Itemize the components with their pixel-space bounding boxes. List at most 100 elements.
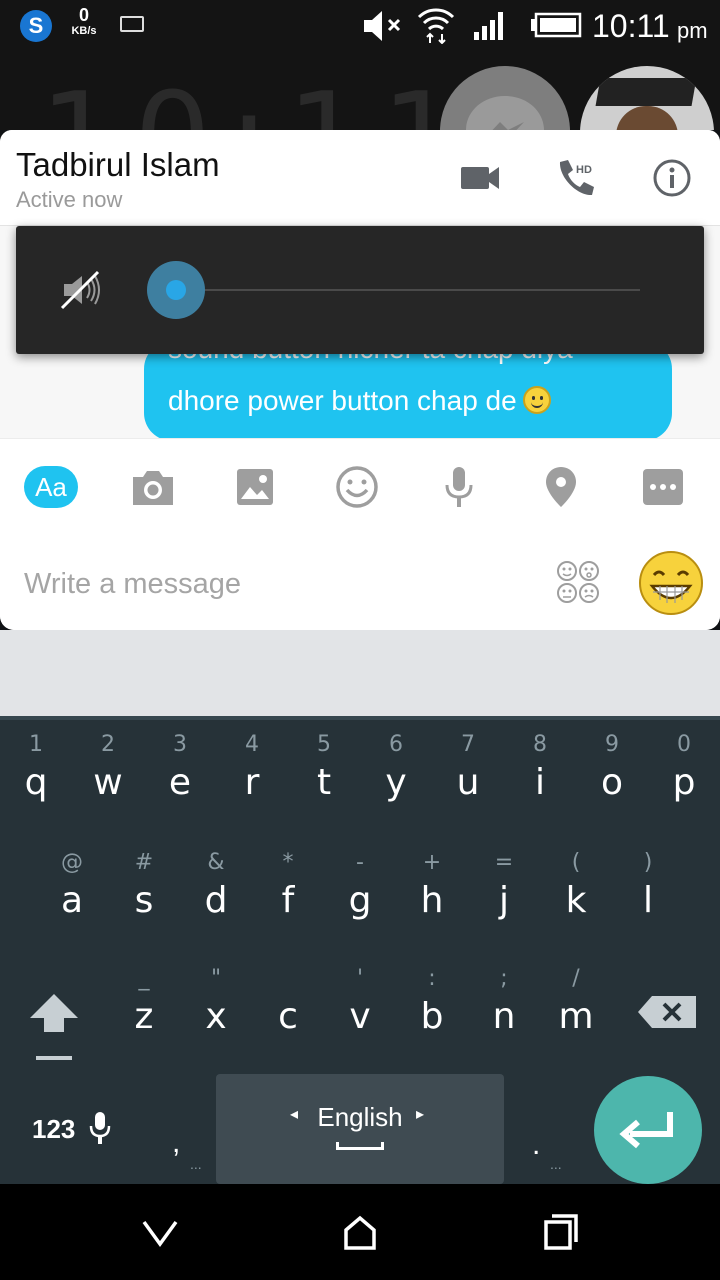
message-input[interactable] <box>24 564 524 604</box>
key-label: u <box>456 762 480 803</box>
contact-name[interactable]: Tadbirul Islam <box>16 146 220 184</box>
key-y[interactable]: 6y <box>360 726 432 838</box>
key-label: p <box>672 762 696 803</box>
key-hint: 6 <box>389 732 403 757</box>
info-button[interactable] <box>644 150 700 206</box>
composer-toolbar: Aa <box>0 438 720 534</box>
key-hint: 4 <box>245 732 259 757</box>
backspace-key[interactable] <box>630 980 702 1072</box>
backspace-icon <box>638 996 696 1028</box>
key-hint: 8 <box>533 732 547 757</box>
recents-icon <box>544 1214 578 1250</box>
key-g[interactable]: -g <box>324 844 396 956</box>
recents-button[interactable] <box>536 1208 584 1256</box>
home-button[interactable] <box>336 1208 384 1256</box>
chat-window: Tadbirul Islam Active now HD sound butto… <box>0 130 720 630</box>
smile-emoji-icon <box>522 386 551 414</box>
key-label: d <box>204 880 228 921</box>
key-r[interactable]: 4r <box>216 726 288 838</box>
volume-slider-thumb[interactable] <box>147 261 205 319</box>
key-b[interactable]: :b <box>396 960 468 1072</box>
volume-muted-icon <box>364 11 401 41</box>
mic-icon <box>445 467 473 507</box>
like-emoji-button[interactable] <box>638 550 704 616</box>
key-hint: 7 <box>461 732 475 757</box>
key-hint: + <box>422 850 442 875</box>
message-composer <box>0 534 720 630</box>
status-bar: S 0 KB/s 10:11 pm <box>0 0 720 52</box>
key-label: t <box>316 762 332 803</box>
key-j[interactable]: = j <box>468 844 540 956</box>
key-o[interactable]: 9o <box>576 726 648 838</box>
key-l[interactable]: ) l <box>612 844 684 956</box>
key-d[interactable]: & d <box>180 844 252 956</box>
key-n[interactable]: ; n <box>468 960 540 1072</box>
messenger-icon <box>466 96 544 130</box>
voice-clip-button[interactable] <box>435 463 483 511</box>
key-m[interactable]: / m <box>540 960 612 1072</box>
key-label: n <box>492 996 516 1037</box>
enter-icon <box>619 1112 673 1149</box>
key-t[interactable]: 5t <box>288 726 360 838</box>
volume-slider-track[interactable] <box>176 289 640 291</box>
emoji-picker-button[interactable] <box>333 463 381 511</box>
space-key[interactable]: ◂ English ▸ <box>216 1074 504 1184</box>
key-label: x <box>205 996 227 1037</box>
key-f[interactable]: * f <box>252 844 324 956</box>
key-label: c <box>278 996 298 1037</box>
voice-call-button[interactable]: HD <box>548 150 604 206</box>
key-label: e <box>168 762 192 803</box>
outgoing-message-bubble[interactable]: sound button nicher ta chap diya dhore p… <box>144 341 672 441</box>
enter-key[interactable] <box>594 1076 702 1184</box>
key-k[interactable]: (k <box>540 844 612 956</box>
key-label: m <box>558 996 594 1037</box>
key-c[interactable]: c <box>252 960 324 1072</box>
volume-mute-toggle[interactable] <box>60 270 104 310</box>
key-i[interactable]: 8i <box>504 726 576 838</box>
key-label: a <box>60 880 84 921</box>
info-icon <box>653 159 691 197</box>
home-icon <box>344 1215 376 1250</box>
key-x[interactable]: " x <box>180 960 252 1072</box>
key-v[interactable]: ' v <box>324 960 396 1072</box>
app-notification-icon: S <box>20 10 52 42</box>
network-speed-unit: KB/s <box>71 25 97 37</box>
camera-icon <box>133 471 173 505</box>
key-u[interactable]: 7u <box>432 726 504 838</box>
period-key[interactable]: . ... <box>510 1076 570 1176</box>
shift-key[interactable] <box>18 980 90 1072</box>
key-label: r <box>244 762 260 803</box>
more-button[interactable] <box>639 463 687 511</box>
back-button[interactable] <box>136 1208 184 1256</box>
video-call-button[interactable] <box>452 150 508 206</box>
stickers-button[interactable] <box>554 558 602 606</box>
key-s[interactable]: # s <box>108 844 180 956</box>
grin-emoji-icon <box>639 551 703 615</box>
contact-chathead[interactable] <box>580 66 714 130</box>
hd-badge: HD <box>576 164 592 176</box>
key-q[interactable]: 1q <box>0 726 72 838</box>
comma-key-label: , <box>172 1126 181 1159</box>
keyboard-icon <box>120 16 144 32</box>
key-p[interactable]: 0p <box>648 726 720 838</box>
location-button[interactable] <box>537 463 585 511</box>
camera-button[interactable] <box>129 463 177 511</box>
key-hint: : <box>428 966 436 991</box>
battery-icon <box>531 12 582 38</box>
comma-key[interactable]: , ... <box>150 1076 210 1176</box>
shift-icon <box>30 994 78 1060</box>
messenger-chathead[interactable] <box>440 66 570 130</box>
key-e[interactable]: 3e <box>144 726 216 838</box>
key-label: y <box>385 762 407 803</box>
text-mode-button[interactable]: Aa <box>24 466 78 508</box>
key-hint: 1 <box>29 732 43 757</box>
period-key-label: . <box>532 1128 541 1161</box>
navigation-bar <box>0 1184 720 1280</box>
symbols-key[interactable]: 123 <box>20 1100 120 1160</box>
gallery-button[interactable] <box>231 463 279 511</box>
key-z[interactable]: _ z <box>108 960 180 1072</box>
key-h[interactable]: + h <box>396 844 468 956</box>
key-a[interactable]: @ a <box>36 844 108 956</box>
chat-header: Tadbirul Islam Active now HD <box>0 130 720 226</box>
key-w[interactable]: 2w <box>72 726 144 838</box>
